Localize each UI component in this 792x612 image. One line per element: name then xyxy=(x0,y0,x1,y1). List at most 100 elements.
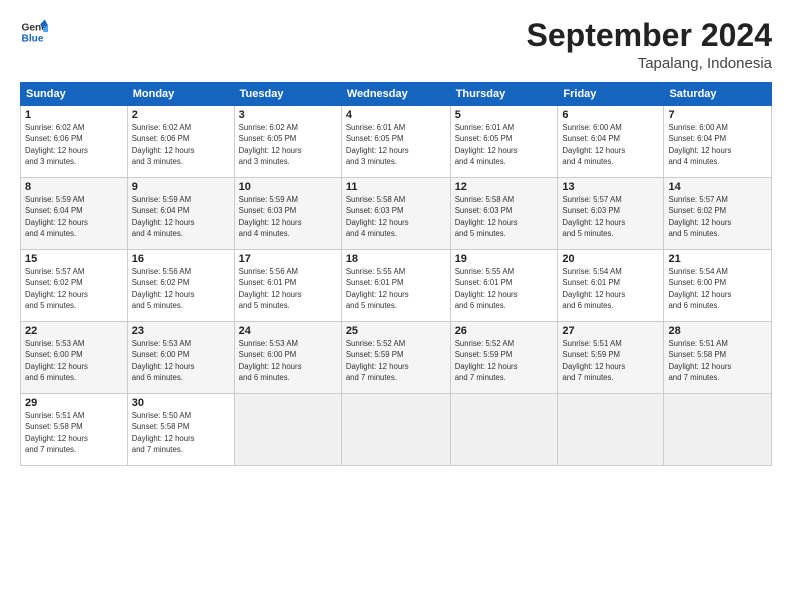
day-number: 10 xyxy=(239,181,337,193)
day-number: 3 xyxy=(239,109,337,121)
calendar-cell: 24Sunrise: 5:53 AM Sunset: 6:00 PM Dayli… xyxy=(234,322,341,394)
calendar-cell: 23Sunrise: 5:53 AM Sunset: 6:00 PM Dayli… xyxy=(127,322,234,394)
calendar-cell: 16Sunrise: 5:56 AM Sunset: 6:02 PM Dayli… xyxy=(127,250,234,322)
calendar-cell: 22Sunrise: 5:53 AM Sunset: 6:00 PM Dayli… xyxy=(21,322,128,394)
day-number: 2 xyxy=(132,109,230,121)
day-info: Sunrise: 5:53 AM Sunset: 6:00 PM Dayligh… xyxy=(239,338,337,383)
header-thursday: Thursday xyxy=(450,83,558,106)
day-info: Sunrise: 6:01 AM Sunset: 6:05 PM Dayligh… xyxy=(346,122,446,167)
day-info: Sunrise: 6:00 AM Sunset: 6:04 PM Dayligh… xyxy=(562,122,659,167)
day-number: 1 xyxy=(25,109,123,121)
day-info: Sunrise: 5:50 AM Sunset: 5:58 PM Dayligh… xyxy=(132,410,230,455)
day-info: Sunrise: 6:02 AM Sunset: 6:06 PM Dayligh… xyxy=(25,122,123,167)
day-info: Sunrise: 5:56 AM Sunset: 6:01 PM Dayligh… xyxy=(239,266,337,311)
calendar-cell: 28Sunrise: 5:51 AM Sunset: 5:58 PM Dayli… xyxy=(664,322,772,394)
day-number: 30 xyxy=(132,397,230,409)
svg-text:Blue: Blue xyxy=(22,33,44,44)
day-number: 18 xyxy=(346,253,446,265)
day-info: Sunrise: 5:58 AM Sunset: 6:03 PM Dayligh… xyxy=(346,194,446,239)
calendar-cell: 8Sunrise: 5:59 AM Sunset: 6:04 PM Daylig… xyxy=(21,178,128,250)
logo: General Blue xyxy=(20,18,48,46)
header-tuesday: Tuesday xyxy=(234,83,341,106)
day-info: Sunrise: 6:02 AM Sunset: 6:05 PM Dayligh… xyxy=(239,122,337,167)
weekday-header-row: Sunday Monday Tuesday Wednesday Thursday… xyxy=(21,83,772,106)
calendar-cell: 26Sunrise: 5:52 AM Sunset: 5:59 PM Dayli… xyxy=(450,322,558,394)
header-friday: Friday xyxy=(558,83,664,106)
calendar-cell xyxy=(558,394,664,466)
day-number: 9 xyxy=(132,181,230,193)
day-number: 15 xyxy=(25,253,123,265)
calendar-cell: 3Sunrise: 6:02 AM Sunset: 6:05 PM Daylig… xyxy=(234,106,341,178)
day-number: 19 xyxy=(455,253,554,265)
day-number: 28 xyxy=(668,325,767,337)
calendar-week-row: 29Sunrise: 5:51 AM Sunset: 5:58 PM Dayli… xyxy=(21,394,772,466)
day-number: 23 xyxy=(132,325,230,337)
calendar-cell: 27Sunrise: 5:51 AM Sunset: 5:59 PM Dayli… xyxy=(558,322,664,394)
day-info: Sunrise: 6:00 AM Sunset: 6:04 PM Dayligh… xyxy=(668,122,767,167)
day-number: 27 xyxy=(562,325,659,337)
day-number: 12 xyxy=(455,181,554,193)
calendar-cell: 20Sunrise: 5:54 AM Sunset: 6:01 PM Dayli… xyxy=(558,250,664,322)
header-saturday: Saturday xyxy=(664,83,772,106)
day-number: 22 xyxy=(25,325,123,337)
calendar-cell: 19Sunrise: 5:55 AM Sunset: 6:01 PM Dayli… xyxy=(450,250,558,322)
calendar-cell xyxy=(664,394,772,466)
day-info: Sunrise: 5:53 AM Sunset: 6:00 PM Dayligh… xyxy=(25,338,123,383)
day-number: 24 xyxy=(239,325,337,337)
calendar-cell: 10Sunrise: 5:59 AM Sunset: 6:03 PM Dayli… xyxy=(234,178,341,250)
day-number: 25 xyxy=(346,325,446,337)
day-info: Sunrise: 5:51 AM Sunset: 5:58 PM Dayligh… xyxy=(25,410,123,455)
header-wednesday: Wednesday xyxy=(341,83,450,106)
calendar-week-row: 1Sunrise: 6:02 AM Sunset: 6:06 PM Daylig… xyxy=(21,106,772,178)
day-number: 26 xyxy=(455,325,554,337)
calendar-cell: 5Sunrise: 6:01 AM Sunset: 6:05 PM Daylig… xyxy=(450,106,558,178)
calendar-cell: 9Sunrise: 5:59 AM Sunset: 6:04 PM Daylig… xyxy=(127,178,234,250)
day-info: Sunrise: 5:55 AM Sunset: 6:01 PM Dayligh… xyxy=(346,266,446,311)
logo-icon: General Blue xyxy=(20,18,48,46)
day-info: Sunrise: 5:57 AM Sunset: 6:03 PM Dayligh… xyxy=(562,194,659,239)
day-number: 5 xyxy=(455,109,554,121)
calendar-cell xyxy=(341,394,450,466)
day-info: Sunrise: 5:54 AM Sunset: 6:00 PM Dayligh… xyxy=(668,266,767,311)
day-info: Sunrise: 5:59 AM Sunset: 6:04 PM Dayligh… xyxy=(25,194,123,239)
calendar-cell: 14Sunrise: 5:57 AM Sunset: 6:02 PM Dayli… xyxy=(664,178,772,250)
header-sunday: Sunday xyxy=(21,83,128,106)
calendar-cell: 17Sunrise: 5:56 AM Sunset: 6:01 PM Dayli… xyxy=(234,250,341,322)
calendar-cell: 6Sunrise: 6:00 AM Sunset: 6:04 PM Daylig… xyxy=(558,106,664,178)
calendar-cell: 7Sunrise: 6:00 AM Sunset: 6:04 PM Daylig… xyxy=(664,106,772,178)
day-number: 8 xyxy=(25,181,123,193)
day-info: Sunrise: 5:57 AM Sunset: 6:02 PM Dayligh… xyxy=(668,194,767,239)
calendar-cell: 30Sunrise: 5:50 AM Sunset: 5:58 PM Dayli… xyxy=(127,394,234,466)
day-info: Sunrise: 5:57 AM Sunset: 6:02 PM Dayligh… xyxy=(25,266,123,311)
calendar-week-row: 22Sunrise: 5:53 AM Sunset: 6:00 PM Dayli… xyxy=(21,322,772,394)
calendar-cell: 18Sunrise: 5:55 AM Sunset: 6:01 PM Dayli… xyxy=(341,250,450,322)
day-info: Sunrise: 5:54 AM Sunset: 6:01 PM Dayligh… xyxy=(562,266,659,311)
day-number: 6 xyxy=(562,109,659,121)
calendar-cell: 2Sunrise: 6:02 AM Sunset: 6:06 PM Daylig… xyxy=(127,106,234,178)
day-number: 13 xyxy=(562,181,659,193)
day-number: 11 xyxy=(346,181,446,193)
location-title: Tapalang, Indonesia xyxy=(527,55,772,72)
day-info: Sunrise: 5:58 AM Sunset: 6:03 PM Dayligh… xyxy=(455,194,554,239)
month-title: September 2024 xyxy=(527,18,772,53)
header-monday: Monday xyxy=(127,83,234,106)
day-info: Sunrise: 5:56 AM Sunset: 6:02 PM Dayligh… xyxy=(132,266,230,311)
day-number: 21 xyxy=(668,253,767,265)
calendar-cell: 15Sunrise: 5:57 AM Sunset: 6:02 PM Dayli… xyxy=(21,250,128,322)
day-number: 7 xyxy=(668,109,767,121)
day-number: 16 xyxy=(132,253,230,265)
title-block: September 2024 Tapalang, Indonesia xyxy=(527,18,772,72)
day-number: 17 xyxy=(239,253,337,265)
day-info: Sunrise: 6:02 AM Sunset: 6:06 PM Dayligh… xyxy=(132,122,230,167)
day-number: 20 xyxy=(562,253,659,265)
day-number: 4 xyxy=(346,109,446,121)
day-number: 29 xyxy=(25,397,123,409)
day-info: Sunrise: 5:55 AM Sunset: 6:01 PM Dayligh… xyxy=(455,266,554,311)
day-number: 14 xyxy=(668,181,767,193)
day-info: Sunrise: 5:52 AM Sunset: 5:59 PM Dayligh… xyxy=(346,338,446,383)
page-header: General Blue September 2024 Tapalang, In… xyxy=(20,18,772,72)
day-info: Sunrise: 5:51 AM Sunset: 5:59 PM Dayligh… xyxy=(562,338,659,383)
calendar-cell: 1Sunrise: 6:02 AM Sunset: 6:06 PM Daylig… xyxy=(21,106,128,178)
calendar-cell: 21Sunrise: 5:54 AM Sunset: 6:00 PM Dayli… xyxy=(664,250,772,322)
day-info: Sunrise: 5:59 AM Sunset: 6:03 PM Dayligh… xyxy=(239,194,337,239)
